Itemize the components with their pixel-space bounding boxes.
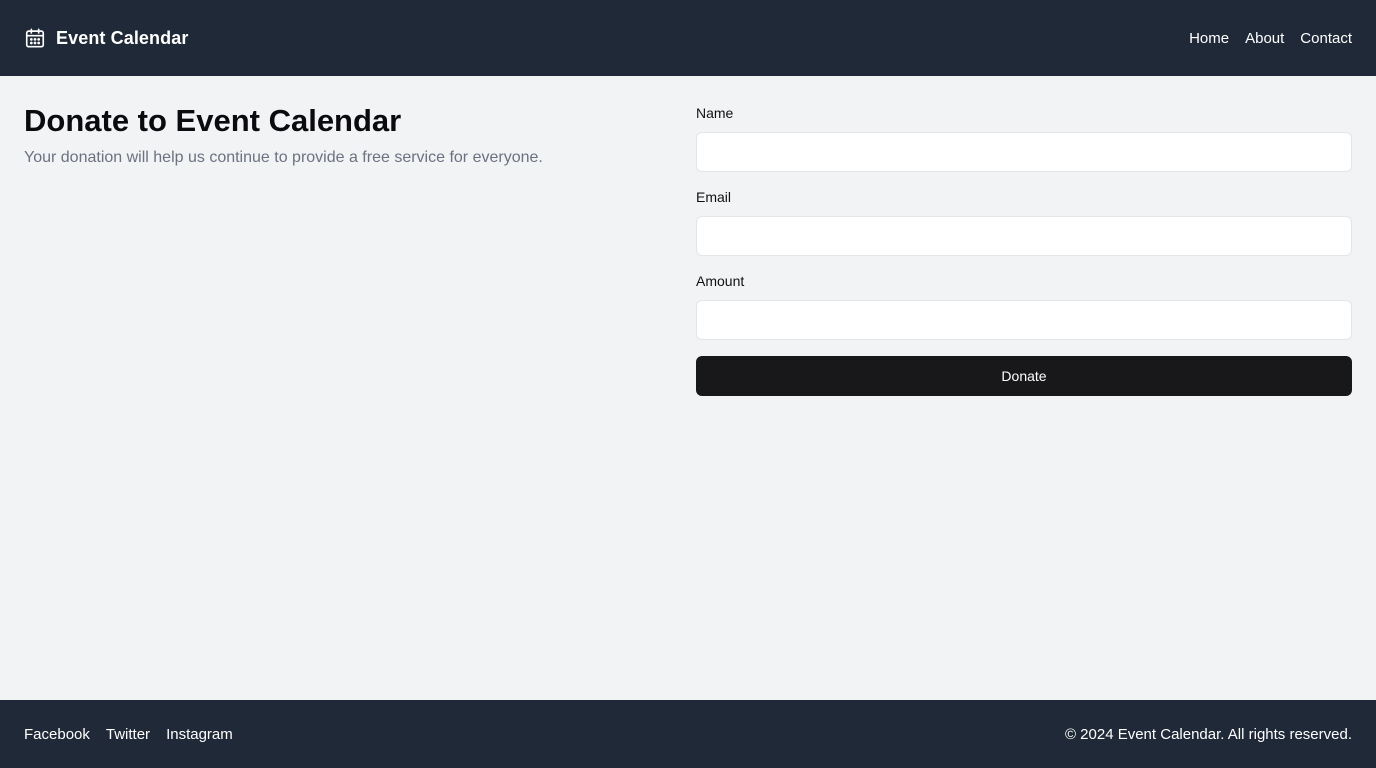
name-label: Name bbox=[696, 105, 734, 121]
amount-label: Amount bbox=[696, 273, 745, 289]
social-links: Facebook Twitter Instagram bbox=[24, 726, 233, 743]
name-field-group: Name bbox=[696, 104, 1352, 172]
brand-title: Event Calendar bbox=[56, 27, 189, 48]
site-header: Event Calendar Home About Contact bbox=[0, 0, 1376, 76]
email-label: Email bbox=[696, 189, 732, 205]
nav-link-home[interactable]: Home bbox=[1189, 30, 1229, 47]
calendar-icon bbox=[24, 27, 46, 49]
main-content: Donate to Event Calendar Your donation w… bbox=[0, 76, 1376, 700]
amount-input[interactable] bbox=[696, 300, 1352, 340]
donate-intro: Donate to Event Calendar Your donation w… bbox=[24, 102, 664, 167]
brand[interactable]: Event Calendar bbox=[24, 27, 188, 49]
footer-link-instagram[interactable]: Instagram bbox=[166, 726, 233, 743]
main-nav: Home About Contact bbox=[1189, 30, 1352, 47]
email-input[interactable] bbox=[696, 216, 1352, 256]
amount-field-group: Amount bbox=[696, 272, 1352, 340]
donation-form: Name Email Amount Donate bbox=[696, 104, 1352, 396]
page-title: Donate to Event Calendar bbox=[24, 103, 402, 138]
site-footer: Facebook Twitter Instagram © 2024 Event … bbox=[0, 700, 1376, 768]
nav-link-contact[interactable]: Contact bbox=[1300, 30, 1352, 47]
email-field-group: Email bbox=[696, 188, 1352, 256]
page-subtitle: Your donation will help us continue to p… bbox=[24, 149, 543, 167]
footer-link-twitter[interactable]: Twitter bbox=[106, 726, 150, 743]
donate-button[interactable]: Donate bbox=[696, 356, 1352, 396]
nav-link-about[interactable]: About bbox=[1245, 30, 1284, 47]
name-input[interactable] bbox=[696, 132, 1352, 172]
copyright-text: © 2024 Event Calendar. All rights reserv… bbox=[1064, 725, 1352, 743]
footer-link-facebook[interactable]: Facebook bbox=[24, 726, 90, 743]
